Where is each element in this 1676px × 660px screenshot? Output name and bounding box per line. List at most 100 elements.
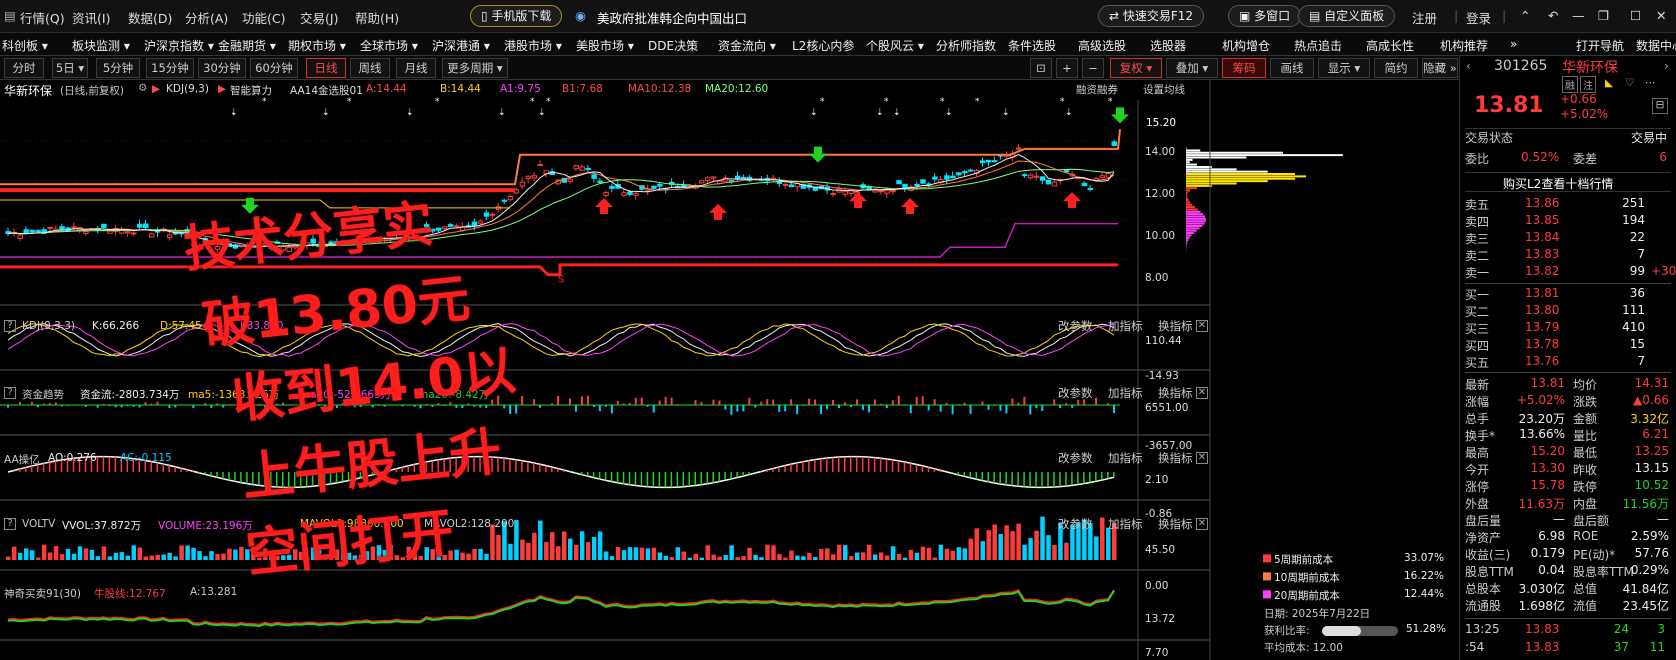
edit-params-button[interactable]: 改参数 [1058,318,1093,334]
ask-row[interactable]: 卖五 13.86 251 [1465,196,1671,213]
nav-item[interactable]: 全球市场 ▾ [360,37,418,54]
adjust-dropdown[interactable]: 复权 ▾ [1110,58,1162,78]
lock-icon[interactable]: ⊡ [1030,58,1052,78]
close-panel-icon[interactable]: ✕ [1196,452,1208,464]
edit-params-button[interactable]: 改参数 [1058,450,1093,466]
add-indicator-button[interactable]: 加指标 [1108,516,1143,532]
menu-item[interactable]: 分析(A) [185,8,228,27]
nav-item[interactable]: DDE决策 [648,37,698,54]
help-icon[interactable]: ? [4,320,16,332]
help-icon[interactable]: ? [4,518,16,530]
bid-row[interactable]: 买二 13.80 111 [1465,303,1671,320]
aa14-label[interactable]: AA14金选股01 [290,83,363,98]
bid-row[interactable]: 买一 13.81 36 [1465,286,1671,303]
smart-compute-label[interactable]: 智能算力 [230,83,272,98]
l2-quote-link[interactable]: 购买L2查看十档行情 [1465,172,1671,192]
period-tab[interactable]: 分时 [4,58,44,78]
ask-row[interactable]: 卖二 13.83 7 [1465,247,1671,264]
period-tab[interactable]: 周线 [350,58,390,78]
chevron-left-icon[interactable]: ‹ [1466,59,1471,73]
multi-window-button[interactable]: ▣ 多窗口 [1228,5,1302,27]
menu-item[interactable]: 资讯(I) [72,8,110,27]
restore-icon[interactable]: ❐ [1598,8,1609,23]
mobile-download-button[interactable]: ▯ 手机版下载 [470,5,563,27]
zoom-in-icon[interactable]: + [1056,58,1078,78]
nav-item[interactable]: 期权市场 ▾ [288,37,346,54]
close-panel-icon[interactable]: ✕ [1196,387,1208,399]
swap-indicator-button[interactable]: 换指标 [1158,385,1193,401]
open-navigation-button[interactable]: 打开导航 [1576,37,1624,54]
nav-item[interactable]: 沪深京指数 ▾ [144,37,214,54]
close-panel-icon[interactable]: ✕ [1196,518,1208,530]
minimize-icon[interactable]: — [1572,8,1585,23]
swap-indicator-button[interactable]: 换指标 [1158,450,1193,466]
ask-row[interactable]: 卖一 13.82 99 +30 [1465,264,1676,281]
menu-item[interactable]: 帮助(H) [355,8,399,27]
edit-params-button[interactable]: 改参数 [1058,385,1093,401]
quick-trade-button[interactable]: ⇄ 快速交易F12 [1098,5,1205,27]
period-tab[interactable]: 30分钟 [198,58,246,78]
edit-params-button[interactable]: 改参数 [1058,516,1093,532]
nav-item[interactable]: 分析师指数 [936,37,996,54]
add-indicator-button[interactable]: 加指标 [1108,385,1143,401]
period-tab[interactable]: 15分钟 [146,58,194,78]
period-tab-active[interactable]: 日线 [306,58,346,78]
overlay-dropdown[interactable]: 叠加 ▾ [1166,58,1218,78]
nav-item[interactable]: L2核心内参 [792,37,854,54]
ask-row[interactable]: 卖三 13.84 22 [1465,230,1671,247]
nav-item[interactable]: 条件选股 [1008,37,1056,54]
settings-icon[interactable]: ⚙ [138,82,147,94]
period-tab[interactable]: 月线 [396,58,436,78]
period-tab[interactable]: 更多周期 ▾ [442,58,508,78]
add-indicator-button[interactable]: 加指标 [1108,318,1143,334]
zoom-out-icon[interactable]: − [1082,58,1104,78]
custom-panel-button[interactable]: ▤ 自定义面板 [1298,5,1396,27]
news-headline[interactable]: 美政府批准韩企向中国出口 [597,8,747,27]
more-icon[interactable]: ⋯ [1645,77,1656,89]
nav-item[interactable]: 金融期货 ▾ [218,37,276,54]
hide-button[interactable]: 隐藏 » [1422,58,1458,78]
add-indicator-button[interactable]: 加指标 [1108,450,1143,466]
margin-trading-link[interactable]: 融资融券 [1076,82,1118,97]
period-tab[interactable]: 5日 ▾ [52,58,88,78]
simple-button[interactable]: 简约 [1374,58,1418,78]
menu-item[interactable]: 交易(J) [300,8,338,27]
nav-item[interactable]: 选股器 [1150,37,1186,54]
nav-item[interactable]: 美股市场 ▾ [576,37,634,54]
nav-item[interactable]: 板块监测 ▾ [72,37,130,54]
chevron-up-icon[interactable]: ⌃ [1520,8,1530,23]
close-icon[interactable]: ✕ [1656,8,1666,23]
nav-item[interactable]: 资金流向 ▾ [718,37,776,54]
nav-item[interactable]: 沪深港通 ▾ [432,37,490,54]
bid-row[interactable]: 买四 13.78 15 [1465,337,1671,354]
ma-settings-link[interactable]: 设置均线 [1143,82,1185,97]
ask-row[interactable]: 卖四 13.85 194 [1465,213,1671,230]
nav-item[interactable]: 高级选股 [1078,37,1126,54]
nav-item[interactable]: 数据中心 [1636,37,1676,54]
menu-item[interactable]: 行情(Q) [20,8,65,27]
period-tab[interactable]: 5分钟 [96,58,140,78]
kdj-label[interactable]: KDJ(9,3) [166,83,209,95]
register-link[interactable]: 注册 [1412,8,1437,27]
nav-more-button[interactable]: » [1510,37,1517,51]
close-panel-icon[interactable]: ✕ [1196,320,1208,332]
draw-line-button[interactable]: 画线 [1270,58,1314,78]
nav-item[interactable]: 科创板 ▾ [2,37,48,54]
tool-icon[interactable]: ◣ [1605,77,1613,89]
chips-button[interactable]: 筹码 [1222,58,1266,78]
nav-item[interactable]: 港股市场 ▾ [504,37,562,54]
bid-row[interactable]: 买五 13.76 7 [1465,354,1671,371]
help-icon[interactable]: ? [4,387,16,399]
menu-item[interactable]: 数据(D) [128,8,172,27]
undo-icon[interactable]: ↶ [1548,8,1558,23]
menu-item[interactable]: 功能(C) [242,8,285,27]
bid-row[interactable]: 买三 13.79 410 [1465,320,1671,337]
swap-indicator-button[interactable]: 换指标 [1158,318,1193,334]
nav-item[interactable]: 机构推荐 [1440,37,1488,54]
favorite-icon[interactable]: ♡ [1625,77,1634,89]
nav-item[interactable]: 机构增仓 [1222,37,1270,54]
maximize-icon[interactable]: ☐ [1630,8,1641,23]
nav-item[interactable]: 热点追击 [1294,37,1342,54]
nav-item[interactable]: 个股风云 ▾ [866,37,924,54]
chevron-right-icon[interactable]: › [1664,59,1669,73]
